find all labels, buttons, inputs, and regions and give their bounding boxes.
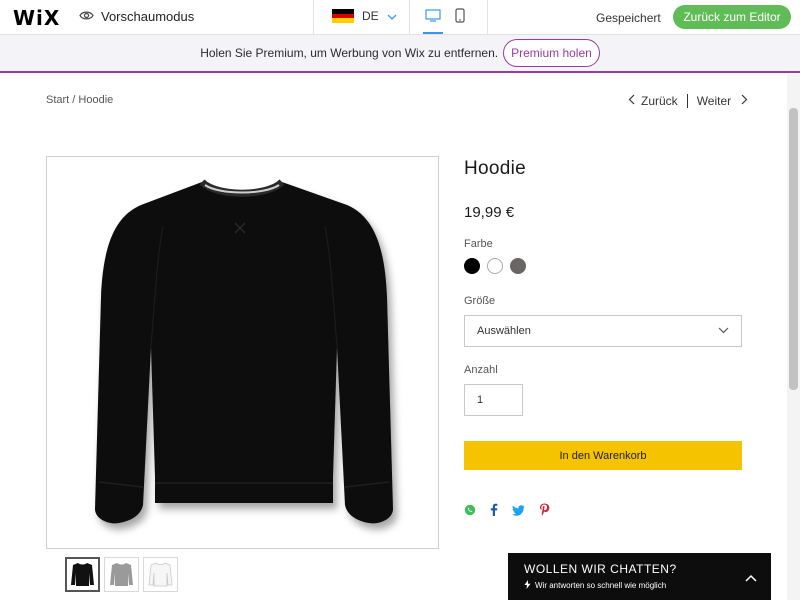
device-switcher bbox=[423, 0, 465, 35]
next-product-link[interactable]: Weiter bbox=[697, 94, 731, 108]
color-swatch-black[interactable] bbox=[464, 258, 480, 274]
chevron-up-icon[interactable] bbox=[745, 569, 757, 587]
lightning-icon bbox=[524, 580, 531, 591]
product-title: Hoodie bbox=[464, 158, 527, 179]
get-premium-button[interactable]: Premium holen bbox=[503, 39, 600, 67]
quantity-label: Anzahl bbox=[464, 364, 498, 376]
wix-logo[interactable]: WiX bbox=[13, 6, 60, 30]
product-price: 19,99 € bbox=[464, 204, 515, 221]
product-image[interactable] bbox=[46, 156, 439, 549]
premium-banner-text: Holen Sie Premium, um Werbung von Wix zu… bbox=[200, 46, 499, 60]
twitter-icon[interactable] bbox=[512, 503, 525, 521]
premium-banner: Holen Sie Premium, um Werbung von Wix zu… bbox=[0, 35, 800, 73]
saved-status: Gespeichert bbox=[596, 11, 661, 25]
whatsapp-icon[interactable] bbox=[464, 503, 476, 521]
previous-product-link[interactable]: Zurück bbox=[641, 94, 678, 108]
desktop-view-button[interactable] bbox=[423, 0, 443, 35]
chevron-right-icon[interactable] bbox=[741, 94, 748, 108]
eye-icon bbox=[79, 9, 94, 24]
size-dropdown[interactable]: Auswählen bbox=[464, 315, 742, 347]
chat-title: WOLLEN WIR CHATTEN? bbox=[524, 562, 677, 576]
mobile-icon bbox=[455, 7, 465, 28]
preview-mode-label: Vorschaumodus bbox=[101, 9, 195, 24]
facebook-icon[interactable] bbox=[490, 503, 498, 521]
thumbnail-black[interactable] bbox=[65, 557, 100, 592]
language-label: DE bbox=[362, 9, 379, 23]
editor-topbar: WiX Vorschaumodus DE Gespeichert Zurück … bbox=[0, 0, 800, 35]
language-selector[interactable]: DE bbox=[332, 9, 397, 24]
sweatshirt-image bbox=[95, 179, 393, 524]
share-buttons bbox=[464, 503, 550, 521]
mobile-view-button[interactable] bbox=[455, 0, 465, 35]
add-to-cart-button[interactable]: In den Warenkorb bbox=[464, 441, 742, 470]
size-dropdown-value: Auswählen bbox=[477, 325, 531, 337]
chevron-down-icon bbox=[718, 325, 729, 337]
chevron-left-icon[interactable] bbox=[628, 94, 635, 108]
chat-widget[interactable]: WOLLEN WIR CHATTEN? Wir antworten so sch… bbox=[508, 553, 771, 600]
pinterest-icon[interactable] bbox=[539, 503, 550, 521]
color-swatch-grey[interactable] bbox=[510, 258, 526, 274]
scrollbar-thumb[interactable] bbox=[789, 108, 798, 390]
chevron-down-icon bbox=[387, 9, 397, 23]
color-swatches bbox=[464, 258, 526, 274]
divider bbox=[409, 0, 410, 35]
desktop-icon bbox=[425, 8, 441, 27]
back-to-editor-button[interactable]: Zurück zum Editor bbox=[673, 5, 791, 29]
product-thumbnails bbox=[65, 557, 178, 592]
chat-subtitle-text: Wir antworten so schnell wie möglich bbox=[535, 581, 667, 590]
divider bbox=[313, 0, 314, 35]
chat-subtitle: Wir antworten so schnell wie möglich bbox=[524, 580, 666, 591]
thumbnail-white[interactable] bbox=[143, 557, 178, 592]
quantity-input[interactable]: 1 bbox=[464, 384, 523, 416]
product-pager: Zurück Weiter bbox=[628, 94, 748, 108]
preview-mode-indicator: Vorschaumodus bbox=[79, 9, 194, 24]
divider bbox=[686, 94, 688, 108]
breadcrumb[interactable]: Start / Hoodie bbox=[46, 94, 113, 106]
color-swatch-white[interactable] bbox=[487, 258, 503, 274]
divider bbox=[487, 0, 488, 35]
color-label: Farbe bbox=[464, 238, 493, 250]
size-label: Größe bbox=[464, 295, 496, 307]
germany-flag-icon bbox=[332, 9, 354, 24]
thumbnail-grey[interactable] bbox=[104, 557, 139, 592]
